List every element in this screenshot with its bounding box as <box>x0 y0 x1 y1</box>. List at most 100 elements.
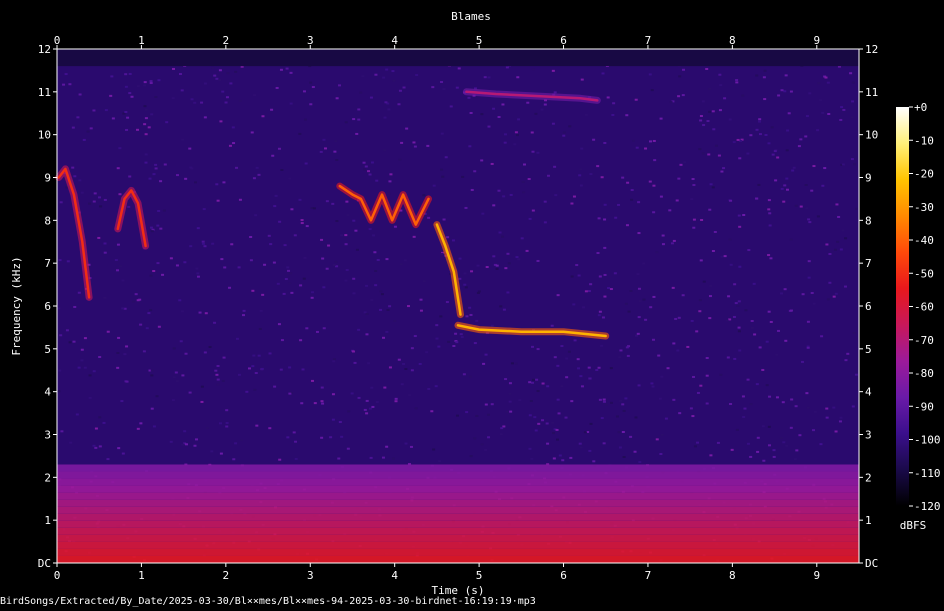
low-band-strip <box>57 520 859 528</box>
noise-speck <box>150 230 154 233</box>
noise-speck <box>211 66 215 69</box>
noise-speck <box>404 367 408 370</box>
noise-speck <box>238 99 242 102</box>
noise-speck <box>455 86 459 89</box>
noise-speck <box>755 383 759 386</box>
x-axis-bottom: 0 1 2 3 4 5 6 7 8 9 <box>54 563 820 582</box>
noise-speck <box>181 138 185 141</box>
noise-speck <box>741 94 745 97</box>
noise-speck <box>600 176 604 179</box>
noise-speck <box>484 403 488 406</box>
noise-speck <box>219 120 223 123</box>
noise-speck <box>584 290 588 293</box>
noise-speck <box>705 374 709 377</box>
noise-speck <box>716 441 720 444</box>
noise-speck <box>621 431 625 434</box>
noise-speck <box>556 398 560 401</box>
noise-speck <box>580 385 584 388</box>
noise-speck <box>73 305 77 308</box>
noise-speck <box>94 446 98 449</box>
noise-speck <box>469 111 473 114</box>
noise-speck <box>484 448 488 451</box>
noise-speck <box>287 269 291 272</box>
noise-speck <box>208 345 212 348</box>
noise-speck <box>501 235 505 238</box>
noise-speck <box>303 118 307 121</box>
noise-speck <box>755 128 759 131</box>
noise-speck <box>404 442 408 445</box>
noise-speck <box>274 194 278 197</box>
noise-speck <box>157 79 161 82</box>
noise-speck <box>130 95 134 98</box>
noise-speck <box>733 357 737 360</box>
noise-speck <box>363 168 367 171</box>
noise-speck <box>520 237 524 240</box>
noise-speck <box>180 310 184 313</box>
noise-speck <box>157 209 161 212</box>
noise-speck <box>531 378 535 381</box>
noise-speck <box>772 455 776 458</box>
y-tick-label-left: 7 <box>44 257 51 270</box>
noise-speck <box>546 442 550 445</box>
noise-speck <box>234 166 238 169</box>
chart-title: Blames <box>451 10 491 23</box>
noise-speck <box>284 278 288 281</box>
noise-speck <box>777 329 781 332</box>
noise-speck <box>144 133 148 136</box>
noise-speck <box>589 422 593 425</box>
noise-speck <box>305 225 309 228</box>
x-tick-label-bottom: 4 <box>391 569 398 582</box>
noise-speck <box>732 141 736 144</box>
noise-speck <box>432 448 436 451</box>
noise-speck <box>254 214 258 217</box>
noise-speck <box>638 300 642 303</box>
noise-speck <box>644 147 648 150</box>
noise-speck <box>752 282 756 285</box>
noise-speck <box>98 445 102 448</box>
noise-speck <box>385 68 389 71</box>
noise-speck <box>514 131 518 134</box>
noise-speck <box>755 197 759 200</box>
noise-speck <box>832 295 836 298</box>
noise-speck <box>172 347 176 350</box>
noise-speck <box>597 314 601 317</box>
noise-speck <box>619 349 623 352</box>
noise-speck <box>213 74 217 77</box>
noise-speck <box>352 277 356 280</box>
noise-speck <box>839 248 843 251</box>
noise-speck <box>624 302 628 305</box>
noise-speck <box>505 66 509 69</box>
noise-speck <box>219 452 223 455</box>
noise-speck <box>458 277 462 280</box>
noise-speck <box>794 204 798 207</box>
noise-speck <box>470 188 474 191</box>
noise-speck <box>178 299 182 302</box>
noise-speck <box>460 336 464 339</box>
colorbar-tick-label: +0 <box>914 101 927 114</box>
noise-speck <box>567 350 571 353</box>
noise-speck <box>469 455 473 458</box>
noise-speck <box>121 452 125 455</box>
noise-speck <box>344 279 348 282</box>
noise-speck <box>617 203 621 206</box>
noise-speck <box>329 436 333 439</box>
noise-speck <box>134 293 138 296</box>
noise-speck <box>259 309 263 312</box>
noise-speck <box>323 147 327 150</box>
noise-speck <box>827 112 831 115</box>
noise-speck <box>699 119 703 122</box>
noise-speck <box>737 214 741 217</box>
noise-speck <box>144 153 148 156</box>
noise-speck <box>139 422 143 425</box>
noise-speck <box>162 209 166 212</box>
noise-speck <box>629 435 633 438</box>
noise-speck <box>510 362 514 365</box>
noise-speck <box>451 239 455 242</box>
noise-speck <box>767 254 771 257</box>
noise-speck <box>606 96 610 99</box>
noise-speck <box>642 262 646 265</box>
file-path: BirdSongs/Extracted/By_Date/2025-03-30/B… <box>0 596 536 607</box>
x-tick-label-bottom: 8 <box>729 569 736 582</box>
noise-speck <box>617 431 621 434</box>
noise-speck <box>838 420 842 423</box>
